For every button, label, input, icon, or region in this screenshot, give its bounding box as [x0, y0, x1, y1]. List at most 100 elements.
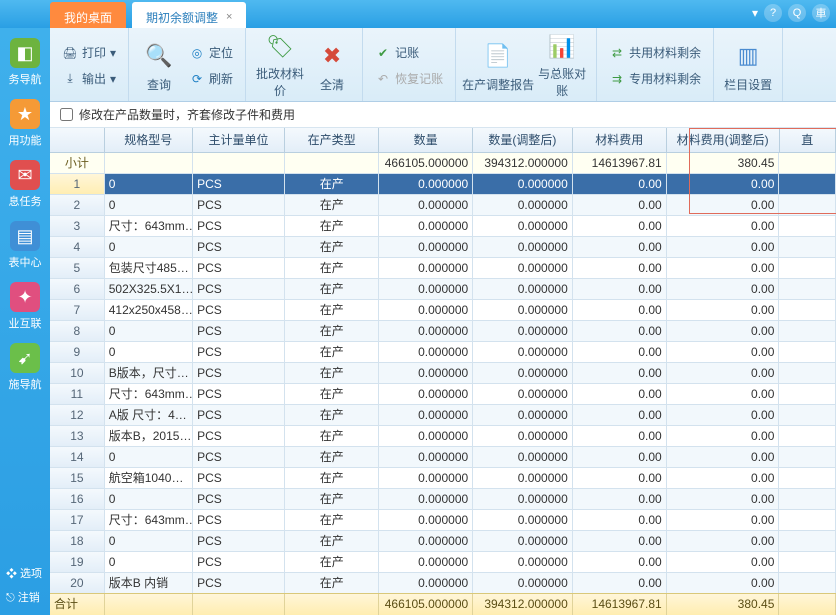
- table-row[interactable]: 180PCS在产0.0000000.0000000.000.00: [50, 531, 836, 552]
- sidebar-logout[interactable]: ⎋ 注销: [0, 585, 50, 609]
- refresh-button[interactable]: ⟳刷新: [185, 68, 237, 90]
- sidebar-item[interactable]: ✉息任务: [2, 154, 48, 213]
- column-header[interactable]: 直: [780, 128, 836, 152]
- table-row[interactable]: 140PCS在产0.0000000.0000000.000.00: [50, 447, 836, 468]
- close-icon[interactable]: ×: [226, 11, 232, 23]
- table-row[interactable]: 20版本B 内销PCS在产0.0000000.0000000.000.00: [50, 573, 836, 593]
- grid-cell: PCS: [193, 405, 285, 425]
- grid-cell: 0: [105, 489, 193, 509]
- target-icon: ◎: [189, 45, 205, 61]
- table-row[interactable]: 17尺寸：643mm…PCS在产0.0000000.0000000.000.00: [50, 510, 836, 531]
- grid-cell: 0.000000: [473, 279, 573, 299]
- locate-button[interactable]: ◎定位: [185, 42, 237, 64]
- table-row[interactable]: 7412x250x458…PCS在产0.0000000.0000000.000.…: [50, 300, 836, 321]
- row-number: 6: [50, 279, 105, 299]
- grid-cell: PCS: [193, 279, 285, 299]
- table-row[interactable]: 40PCS在产0.0000000.0000000.000.00: [50, 237, 836, 258]
- column-header[interactable]: 材料费用(调整后): [667, 128, 780, 152]
- table-row[interactable]: 80PCS在产0.0000000.0000000.000.00: [50, 321, 836, 342]
- column-header[interactable]: 规格型号: [105, 128, 193, 152]
- btn-label: 输出: [82, 70, 106, 87]
- table-row[interactable]: 13版本B，2015…PCS在产0.0000000.0000000.000.00: [50, 426, 836, 447]
- grid-cell: 0.00: [667, 426, 780, 446]
- sidebar-item[interactable]: ★用功能: [2, 93, 48, 152]
- sidebar-item[interactable]: ▤表中心: [2, 215, 48, 274]
- dropdown-icon[interactable]: ▾: [752, 6, 758, 20]
- help-icon[interactable]: ?: [764, 4, 782, 22]
- grid-cell: 0.000000: [473, 573, 573, 593]
- grid-cell: 0.00: [573, 384, 667, 404]
- btn-label: 在产调整报告: [462, 76, 534, 93]
- table-row[interactable]: 11尺寸：643mm…PCS在产0.0000000.0000000.000.00: [50, 384, 836, 405]
- table-row[interactable]: 20PCS在产0.0000000.0000000.000.00: [50, 195, 836, 216]
- column-header[interactable]: 数量: [379, 128, 473, 152]
- btn-label: 与总账对账: [534, 65, 590, 99]
- grid-cell: PCS: [193, 384, 285, 404]
- table-row[interactable]: 5包装尺寸485…PCS在产0.0000000.0000000.000.00: [50, 258, 836, 279]
- table-row[interactable]: 190PCS在产0.0000000.0000000.000.00: [50, 552, 836, 573]
- grid-cell: 0.000000: [379, 195, 473, 215]
- grid-cell: 0.00: [573, 426, 667, 446]
- footer-cell: 466105.000000: [379, 594, 473, 615]
- column-header[interactable]: [50, 128, 105, 152]
- grid-cell: 0.00: [667, 216, 780, 236]
- sidebar-item[interactable]: ◧务导航: [2, 32, 48, 91]
- grid-cell: PCS: [193, 531, 285, 551]
- share-material-button[interactable]: ⇄共用材料剩余: [605, 42, 705, 64]
- grid-cell: 尺寸：643mm…: [105, 510, 193, 530]
- more-icon[interactable]: 車: [812, 4, 830, 22]
- column-header[interactable]: 在产类型: [285, 128, 379, 152]
- grid-cell: 0.000000: [379, 237, 473, 257]
- search-icon[interactable]: Q: [788, 4, 806, 22]
- tab-desktop[interactable]: 我的桌面: [50, 2, 126, 28]
- tab-current[interactable]: 期初余额调整 ×: [132, 2, 246, 28]
- lock-icon: ⇉: [609, 71, 625, 87]
- grid-cell: 在产: [285, 363, 379, 383]
- grid-cell: 0.00: [667, 552, 780, 572]
- grid-cell: 在产: [285, 552, 379, 572]
- grid-cell: 0.000000: [379, 510, 473, 530]
- grid-cell: [779, 153, 836, 173]
- restore-post-button[interactable]: ↶恢复记账: [371, 68, 447, 90]
- grid-cell: [779, 321, 836, 341]
- table-row[interactable]: 6502X325.5X1…PCS在产0.0000000.0000000.000.…: [50, 279, 836, 300]
- table-row[interactable]: 10B版本，尺寸…PCS在产0.0000000.0000000.000.00: [50, 363, 836, 384]
- post-button[interactable]: ✔记账: [371, 42, 447, 64]
- sidebar-options[interactable]: ❖ 选项: [0, 561, 50, 585]
- grid-cell: 在产: [285, 216, 379, 236]
- dedicate-material-button[interactable]: ⇉专用材料剩余: [605, 68, 705, 90]
- sidebar-icon: ✉: [10, 160, 40, 190]
- table-row[interactable]: 90PCS在产0.0000000.0000000.000.00: [50, 342, 836, 363]
- print-button[interactable]: 🖨打印▾: [58, 42, 120, 64]
- sidebar-item[interactable]: ✦业互联: [2, 276, 48, 335]
- grid-body[interactable]: 小计466105.000000394312.00000014613967.813…: [50, 153, 836, 593]
- share-icon: ⇄: [609, 45, 625, 61]
- table-row[interactable]: 160PCS在产0.0000000.0000000.000.00: [50, 489, 836, 510]
- adjust-children-checkbox[interactable]: [60, 108, 73, 121]
- grid-cell: 0.000000: [379, 174, 473, 194]
- column-header[interactable]: 主计量单位: [193, 128, 285, 152]
- table-row[interactable]: 10PCS在产0.0000000.0000000.000.00: [50, 174, 836, 195]
- batch-price-button[interactable]: 🏷批改材料价: [252, 32, 308, 99]
- grid-cell: 0.000000: [379, 342, 473, 362]
- export-button[interactable]: ⤓输出▾: [58, 68, 120, 90]
- table-row[interactable]: 15航空箱1040…PCS在产0.0000000.0000000.000.00: [50, 468, 836, 489]
- grid-cell: 0.000000: [473, 216, 573, 236]
- delete-icon: ✖: [315, 39, 349, 73]
- grid-cell: 在产: [285, 237, 379, 257]
- table-row[interactable]: 3尺寸：643mm…PCS在产0.0000000.0000000.000.00: [50, 216, 836, 237]
- table-row[interactable]: 小计466105.000000394312.00000014613967.813…: [50, 153, 836, 174]
- reconcile-button[interactable]: 📊与总账对账: [534, 32, 590, 99]
- column-setup-button[interactable]: ▥栏目设置: [720, 32, 776, 99]
- row-number: 3: [50, 216, 105, 236]
- grid-cell: 502X325.5X1…: [105, 279, 193, 299]
- grid-cell: A版 尺寸：4…: [105, 405, 193, 425]
- column-header[interactable]: 材料费用: [573, 128, 667, 152]
- column-header[interactable]: 数量(调整后): [473, 128, 573, 152]
- table-row[interactable]: 12A版 尺寸：4…PCS在产0.0000000.0000000.000.00: [50, 405, 836, 426]
- wip-report-button[interactable]: 📄在产调整报告: [462, 32, 534, 99]
- grid-cell: 0: [105, 321, 193, 341]
- sidebar-item[interactable]: ➹施导航: [2, 337, 48, 396]
- query-button[interactable]: 🔍查询: [135, 32, 183, 99]
- clear-all-button[interactable]: ✖全清: [308, 32, 356, 99]
